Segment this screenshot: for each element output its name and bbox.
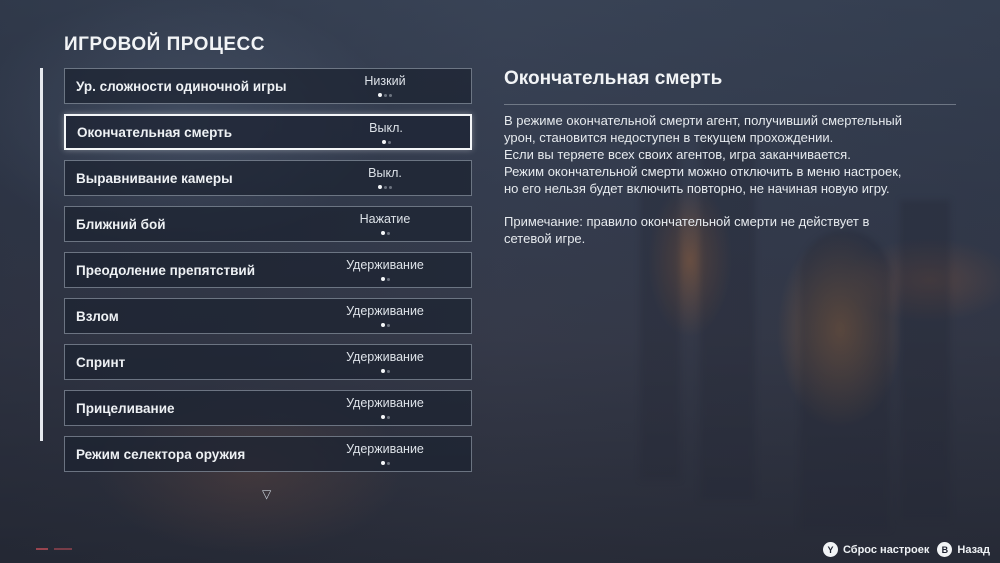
setting-row[interactable]: Выравнивание камеры Выкл. — [64, 160, 472, 196]
option-dot — [389, 93, 392, 97]
b-button-icon: B — [937, 542, 953, 557]
scroll-more-icon[interactable]: ▽ — [262, 487, 271, 501]
setting-value[interactable]: Удерживание — [315, 258, 455, 272]
setting-value[interactable]: Удерживание — [315, 396, 455, 410]
setting-label: Прицеливание — [76, 400, 175, 416]
setting-value[interactable]: Выкл. — [316, 121, 456, 135]
option-dot — [378, 185, 382, 189]
page-title: ИГРОВОЙ ПРОЦЕСС — [64, 34, 265, 55]
option-dot — [381, 140, 386, 144]
option-dot — [384, 185, 387, 189]
detail-paragraph: В режиме окончательной смерти агент, пол… — [504, 113, 902, 196]
setting-row[interactable]: Спринт Удерживание — [64, 344, 472, 380]
option-indicator — [315, 461, 455, 465]
setting-row[interactable]: Ближний бой Нажатие — [64, 206, 472, 242]
y-button-icon: Y — [822, 542, 838, 557]
option-indicator — [315, 277, 455, 281]
option-dot — [380, 323, 385, 327]
detail-title: Окончательная смерть — [504, 68, 723, 89]
detail-description: В режиме окончательной смерти агент, пол… — [504, 112, 964, 247]
option-dot — [386, 369, 390, 373]
option-dot — [380, 369, 385, 373]
option-dot — [386, 277, 390, 281]
option-indicator — [315, 323, 455, 327]
option-indicator — [315, 369, 455, 373]
option-dot — [386, 415, 390, 419]
option-indicator — [315, 231, 455, 235]
setting-label: Спринт — [76, 354, 126, 370]
detail-note: Примечание: правило окончательной смерти… — [504, 214, 870, 246]
option-dot — [384, 93, 387, 97]
option-dot — [387, 140, 391, 144]
setting-label: Преодоление препятствий — [76, 262, 256, 278]
setting-row[interactable]: Взлом Удерживание — [64, 298, 472, 334]
option-indicator — [315, 185, 455, 189]
setting-value[interactable]: Удерживание — [315, 350, 455, 364]
setting-row[interactable]: Преодоление препятствий Удерживание — [64, 252, 472, 288]
option-dot — [386, 461, 390, 465]
reset-settings-hint[interactable]: Y Сброс настроек — [822, 542, 930, 557]
setting-label: Выравнивание камеры — [76, 170, 233, 186]
option-dot — [389, 185, 392, 189]
setting-label: Окончательная смерть — [77, 124, 233, 140]
setting-row[interactable]: Окончательная смерть Выкл. — [64, 114, 472, 150]
option-indicator — [315, 415, 455, 419]
option-indicator — [315, 93, 455, 97]
setting-value[interactable]: Удерживание — [315, 442, 455, 456]
option-dot — [386, 323, 390, 327]
setting-value[interactable]: Удерживание — [315, 304, 455, 318]
option-dot — [380, 461, 385, 465]
setting-value[interactable]: Выкл. — [315, 166, 455, 180]
option-indicator — [316, 140, 456, 144]
reset-settings-label: Сброс настроек — [842, 543, 930, 556]
gameplay-settings-screen: ИГРОВОЙ ПРОЦЕСС Ур. сложности одиночной … — [0, 0, 1000, 563]
setting-label: Режим селектора оружия — [76, 446, 246, 462]
option-dot — [380, 231, 385, 235]
setting-label: Взлом — [76, 308, 119, 324]
option-dot — [386, 231, 390, 235]
detail-divider — [504, 104, 956, 105]
option-dot — [380, 415, 385, 419]
setting-row[interactable]: Ур. сложности одиночной игры Низкий — [64, 68, 472, 104]
settings-list: Ур. сложности одиночной игры Низкий Оконча… — [64, 68, 472, 482]
back-label: Назад — [957, 543, 990, 556]
setting-row[interactable]: Режим селектора оружия Удерживание — [64, 436, 472, 472]
button-hints: Y Сброс настроек B Назад — [822, 542, 990, 557]
option-dot — [380, 277, 385, 281]
setting-label: Ур. сложности одиночной игры — [76, 78, 287, 94]
setting-value[interactable]: Низкий — [315, 74, 455, 88]
scrollbar-thumb[interactable] — [40, 68, 43, 441]
setting-value[interactable]: Нажатие — [315, 212, 455, 226]
back-hint[interactable]: B Назад — [937, 542, 990, 557]
setting-label: Ближний бой — [76, 216, 166, 232]
setting-row[interactable]: Прицеливание Удерживание — [64, 390, 472, 426]
decorative-marks — [36, 548, 96, 550]
option-dot — [378, 93, 382, 97]
